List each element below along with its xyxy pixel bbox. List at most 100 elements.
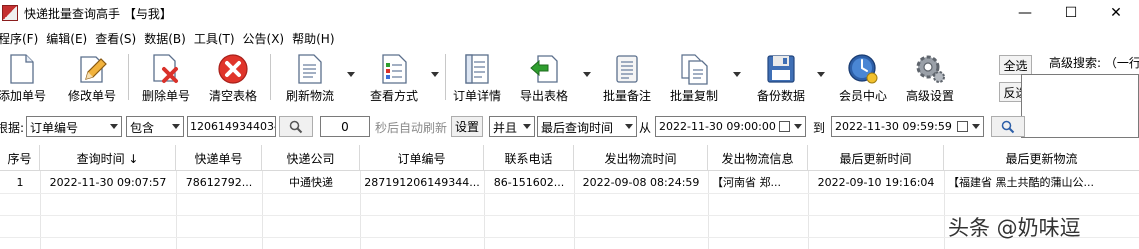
export-table-button[interactable]: 导出表格 bbox=[517, 50, 571, 104]
calendar-icon[interactable] bbox=[779, 121, 790, 132]
calendar-icon[interactable] bbox=[957, 121, 968, 132]
menu-program[interactable]: 程序(F) bbox=[0, 28, 42, 48]
member-center-button[interactable]: 会员中心 bbox=[834, 50, 892, 104]
menu-tools[interactable]: 工具(T) bbox=[190, 28, 239, 48]
edit-order-button[interactable]: 修改单号 bbox=[65, 50, 119, 104]
export-arrow-icon bbox=[528, 53, 560, 85]
chevron-down-icon bbox=[972, 124, 980, 129]
column-header-order-number[interactable]: 订单编号 bbox=[360, 145, 484, 171]
filter-prefix-label: 根据: bbox=[0, 121, 25, 135]
delete-order-button[interactable]: 删除单号 bbox=[139, 50, 193, 104]
column-header-ship-time[interactable]: 发出物流时间 bbox=[574, 145, 708, 171]
cell-index: 1 bbox=[16, 175, 24, 189]
table-header: 序号 查询时间 ↓ 快递单号 快递公司 订单编号 联系电话 发出物流时间 发出物… bbox=[0, 145, 1139, 171]
toolbar: 添加单号 修改单号 删除单号 清空表格 刷新物流 查看方式 订单详情 导出表格 … bbox=[0, 50, 1139, 106]
checklist-icon bbox=[378, 53, 410, 85]
menu-bar: 程序(F) 编辑(E) 查看(S) 数据(B) 工具(T) 公告(X) 帮助(H… bbox=[0, 28, 339, 48]
menu-notice[interactable]: 公告(X) bbox=[239, 28, 289, 48]
toolbar-separator bbox=[445, 54, 446, 100]
column-header-last-update-time[interactable]: 最后更新时间 bbox=[808, 145, 944, 171]
batch-copy-label: 批量复制 bbox=[669, 89, 718, 103]
column-header-query-time[interactable]: 查询时间 ↓ bbox=[40, 145, 176, 171]
copy-documents-icon bbox=[678, 53, 710, 85]
backup-dropdown-icon[interactable] bbox=[817, 72, 825, 77]
view-mode-dropdown-icon[interactable] bbox=[431, 72, 439, 77]
match-mode-select[interactable]: 包含 bbox=[126, 116, 184, 137]
add-order-button[interactable]: 添加单号 bbox=[0, 50, 48, 104]
export-dropdown-icon[interactable] bbox=[583, 72, 591, 77]
close-button[interactable]: ✕ bbox=[1093, 0, 1139, 26]
refresh-logistics-button[interactable]: 刷新物流 bbox=[283, 50, 337, 104]
search-input[interactable]: 12061493440344 bbox=[187, 116, 276, 137]
edit-pencil-icon bbox=[76, 53, 108, 85]
refresh-dropdown-icon[interactable] bbox=[347, 72, 355, 77]
chevron-down-icon bbox=[794, 124, 802, 129]
clock-globe-icon bbox=[847, 53, 879, 85]
from-datetime-picker[interactable]: 2022-11-30 09:00:00 bbox=[655, 116, 806, 137]
column-header-phone[interactable]: 联系电话 bbox=[484, 145, 574, 171]
document-list-icon bbox=[294, 53, 326, 85]
cell-query-time: 2022-11-30 09:07:57 bbox=[49, 175, 167, 189]
clear-red-x-icon bbox=[217, 53, 249, 85]
advanced-search-label: 高级搜索: （一行 bbox=[1049, 56, 1139, 70]
column-header-last-update-logistics[interactable]: 最后更新物流 bbox=[944, 145, 1139, 171]
chevron-down-icon bbox=[625, 124, 633, 129]
view-mode-button[interactable]: 查看方式 bbox=[367, 50, 421, 104]
select-all-button[interactable]: 全选 bbox=[999, 55, 1032, 75]
refresh-logistics-label: 刷新物流 bbox=[285, 89, 334, 103]
field-select[interactable]: 订单编号 bbox=[26, 116, 122, 137]
filter-bar: 根据: 订单编号 包含 12061493440344 0 秒后自动刷新 设置 并… bbox=[0, 114, 1025, 138]
table-row[interactable]: 1 2022-11-30 09:07:57 78612792... 中通快递 2… bbox=[0, 171, 1139, 193]
search-icon bbox=[289, 120, 303, 133]
column-header-ship-info[interactable]: 发出物流信息 bbox=[708, 145, 808, 171]
search-button[interactable] bbox=[279, 116, 313, 137]
time-search-button[interactable] bbox=[991, 116, 1025, 137]
column-header-courier[interactable]: 快递公司 bbox=[262, 145, 360, 171]
menu-data[interactable]: 数据(B) bbox=[140, 28, 190, 48]
batch-note-label: 批量备注 bbox=[602, 89, 651, 103]
match-mode-value: 包含 bbox=[130, 121, 155, 135]
search-icon bbox=[1001, 120, 1015, 133]
cell-last-update-logistics: 【福建省 黑土共酷的蒲山公... bbox=[948, 176, 1094, 189]
toolbar-separator bbox=[128, 54, 129, 100]
column-header-tracking-number[interactable]: 快递单号 bbox=[176, 145, 262, 171]
gear-icon bbox=[914, 53, 946, 85]
logic-select[interactable]: 并且 bbox=[489, 116, 535, 137]
chevron-down-icon bbox=[110, 124, 118, 129]
cell-phone: 86-151602... bbox=[493, 175, 565, 189]
clear-table-button[interactable]: 清空表格 bbox=[206, 50, 260, 104]
column-header-index[interactable]: 序号 bbox=[0, 145, 40, 171]
to-datetime-value: 2022-11-30 09:59:59 bbox=[835, 120, 952, 133]
advanced-settings-label: 高级设置 bbox=[905, 89, 954, 103]
menu-edit[interactable]: 编辑(E) bbox=[42, 28, 91, 48]
field-select-value: 订单编号 bbox=[30, 121, 79, 135]
batch-note-button[interactable]: 批量备注 bbox=[600, 50, 654, 104]
logic-select-value: 并且 bbox=[493, 121, 518, 135]
to-datetime-picker[interactable]: 2022-11-30 09:59:59 bbox=[831, 116, 984, 137]
advanced-search-textarea[interactable] bbox=[1021, 74, 1139, 138]
window-title: 快递批量查询高手 【与我】 bbox=[24, 7, 172, 21]
settings-button[interactable]: 设置 bbox=[451, 116, 483, 137]
backup-data-button[interactable]: 备份数据 bbox=[751, 50, 811, 104]
backup-data-label: 备份数据 bbox=[756, 89, 805, 103]
menu-view[interactable]: 查看(S) bbox=[91, 28, 140, 48]
refresh-interval-input[interactable]: 0 bbox=[320, 116, 370, 137]
cell-order-number: 287191206149344... bbox=[364, 175, 480, 189]
maximize-button[interactable]: ☐ bbox=[1048, 0, 1094, 26]
order-detail-label: 订单详情 bbox=[452, 89, 501, 103]
order-detail-button[interactable]: 订单详情 bbox=[450, 50, 504, 104]
chevron-down-icon bbox=[523, 124, 531, 129]
floppy-disk-icon bbox=[765, 53, 797, 85]
cell-last-update-time: 2022-09-10 19:16:04 bbox=[817, 175, 935, 189]
app-icon bbox=[2, 5, 18, 21]
from-label: 从 bbox=[639, 121, 652, 135]
clear-table-label: 清空表格 bbox=[208, 89, 257, 103]
batch-copy-button[interactable]: 批量复制 bbox=[667, 50, 721, 104]
time-field-select[interactable]: 最后查询时间 bbox=[537, 116, 637, 137]
add-document-icon bbox=[6, 53, 38, 85]
advanced-settings-button[interactable]: 高级设置 bbox=[901, 50, 959, 104]
minimize-button[interactable]: — bbox=[1002, 0, 1048, 26]
batch-copy-dropdown-icon[interactable] bbox=[733, 72, 741, 77]
watermark-text: 头条 @奶味逗 bbox=[948, 216, 1081, 240]
menu-help[interactable]: 帮助(H) bbox=[288, 28, 338, 48]
